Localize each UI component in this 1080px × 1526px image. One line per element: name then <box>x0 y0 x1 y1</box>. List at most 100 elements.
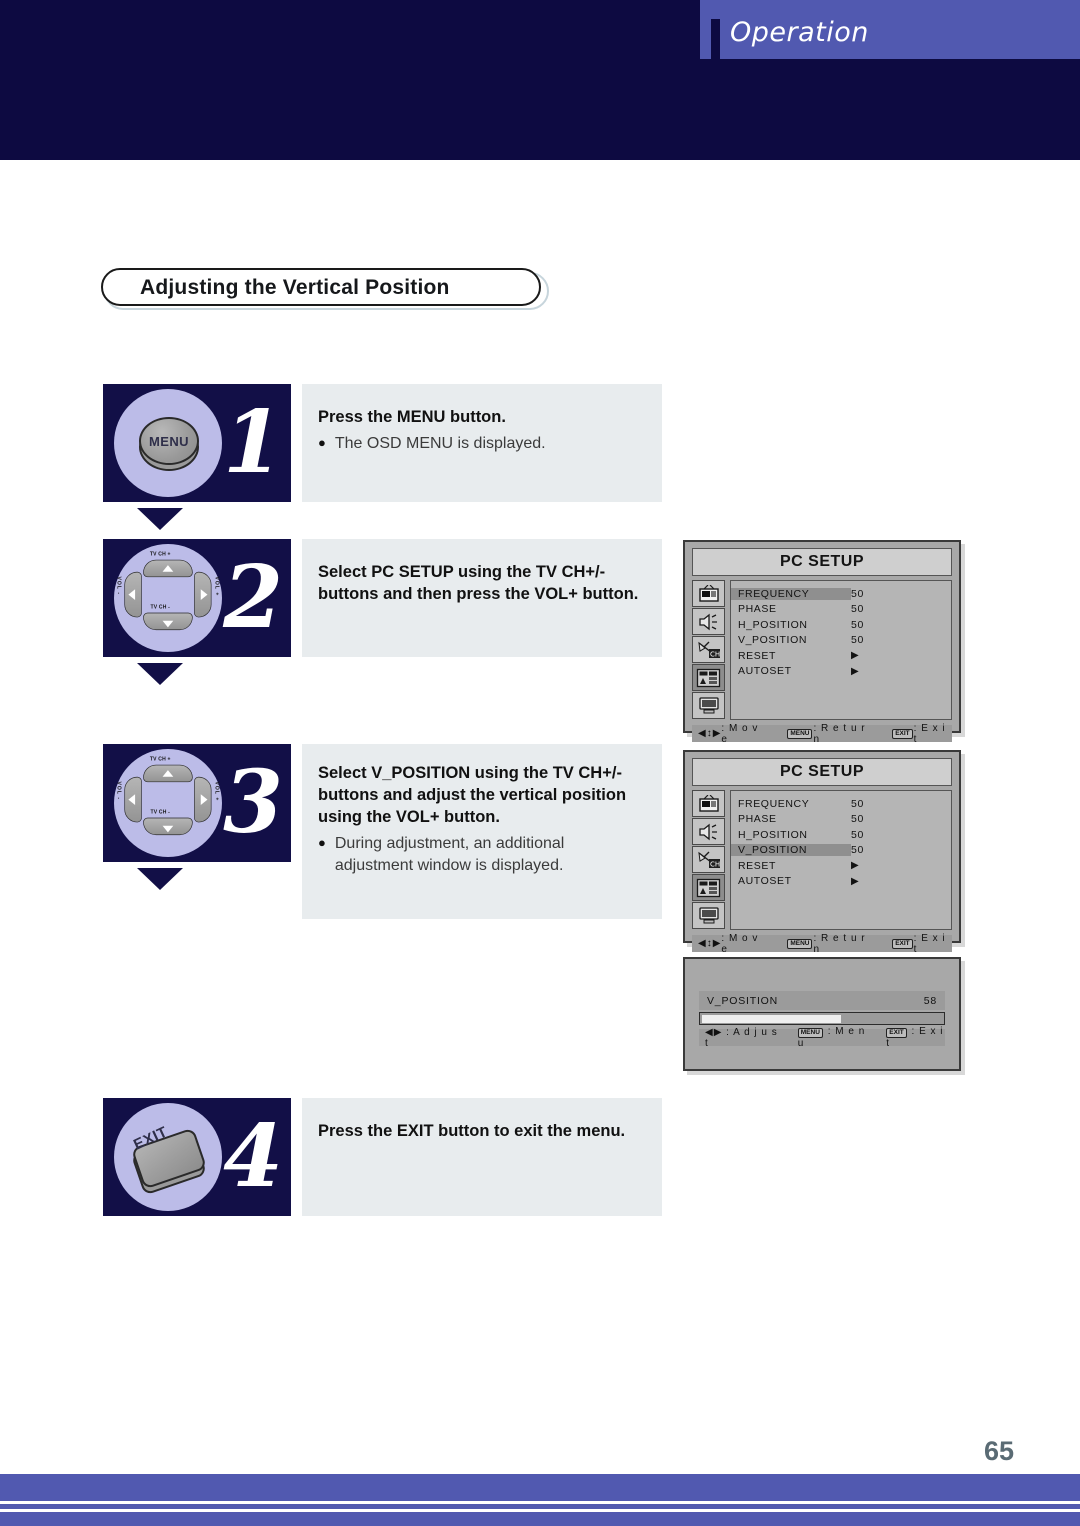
tv-icon[interactable] <box>692 790 725 817</box>
adjust-inner: V_POSITION 58 ◀▶ : A d j u s t MENU : M … <box>699 991 945 1049</box>
osd-return-label: : R e t u r n <box>813 932 866 955</box>
speaker-icon[interactable] <box>692 818 725 845</box>
step-1-text-box: Press the MENU button. ● The OSD MENU is… <box>302 384 662 502</box>
osd-row-autoset-1[interactable]: AUTOSET ▶ <box>731 664 951 680</box>
exit-hint: EXIT : E x i t <box>886 1026 945 1049</box>
osd-label: FREQUENCY <box>731 587 851 600</box>
osd-row-frequency-2[interactable]: FREQUENCY 50 <box>731 796 951 812</box>
osd-icon-column-2: CH <box>692 790 727 930</box>
osd-row-h-position-1[interactable]: H_POSITION 50 <box>731 617 951 633</box>
osd-label: H_POSITION <box>738 828 808 841</box>
channel-icon[interactable]: CH <box>692 846 725 873</box>
osd-exit-hint-2: EXIT : E x i t <box>892 933 952 955</box>
list-item: ● The OSD MENU is displayed. <box>318 433 642 455</box>
bullet-dot-icon: ● <box>318 435 326 451</box>
osd-value: 50 <box>851 603 864 616</box>
osd-label: PHASE <box>738 813 777 826</box>
osd-value: 50 <box>851 828 864 841</box>
osd-row-v-position-1[interactable]: V_POSITION 50 <box>731 633 951 649</box>
submenu-arrow-icon: ▶ <box>851 860 860 872</box>
osd-title-1: PC SETUP <box>692 548 952 576</box>
osd-value: 50 <box>851 844 864 857</box>
dpad-left-label: VOL - <box>116 781 123 801</box>
step-4-icon-box: EXIT 4 <box>103 1098 291 1216</box>
pc-icon[interactable] <box>692 692 725 719</box>
osd-label: PHASE <box>738 603 777 616</box>
osd-row-h-position-2[interactable]: H_POSITION 50 <box>731 827 951 843</box>
step-3-heading: Select V_POSITION using the TV CH+/- but… <box>318 764 627 827</box>
connector-arrow-2-icon <box>137 663 183 685</box>
osd-row-v-position-2[interactable]: V_POSITION 50 <box>731 843 951 859</box>
submenu-arrow-icon: ▶ <box>851 665 860 677</box>
setup-icon[interactable] <box>692 874 725 901</box>
dpad-down-label: TV CH - <box>150 808 171 815</box>
header-title: Operation <box>730 17 869 48</box>
osd-row-phase-2[interactable]: PHASE 50 <box>731 812 951 828</box>
adjust-footer: ◀▶ : A d j u s t MENU : M e n u EXIT : E… <box>699 1026 945 1049</box>
menu-hint: MENU : M e n u <box>797 1026 869 1049</box>
dpad-up-triangle-icon <box>162 770 174 777</box>
adjust-slider[interactable] <box>699 1012 945 1025</box>
menu-button-label: MENU <box>149 433 189 449</box>
step-1-number: 1 <box>223 392 283 493</box>
manual-page: Operation Adjusting the Vertical Positio… <box>0 0 1080 1526</box>
osd-icon-column-1: CH <box>692 580 727 720</box>
step-1-icon-box: MENU 1 <box>103 384 291 502</box>
step-2-text-box: Select PC SETUP using the TV CH+/- butto… <box>302 539 662 657</box>
adjust-row: V_POSITION 58 <box>699 991 945 1010</box>
osd-adjust-window: V_POSITION 58 ◀▶ : A d j u s t MENU : M … <box>683 957 961 1071</box>
dpad-left-triangle-icon <box>128 794 136 805</box>
osd-return-label: : R e t u r n <box>813 722 866 745</box>
tv-icon[interactable] <box>692 580 725 607</box>
connector-arrow-1-icon <box>137 508 183 530</box>
section-title-text: Adjusting the Vertical Position <box>140 276 450 299</box>
dpad-up-label: TV CH + <box>149 756 171 763</box>
step-1-bullets: ● The OSD MENU is displayed. <box>318 433 642 455</box>
osd-row-frequency-1[interactable]: FREQUENCY 50 <box>731 586 951 602</box>
osd-move-hint-2: ◀↕▶ : M o v e <box>698 933 767 955</box>
dpad-left-label: VOL - <box>116 576 123 596</box>
dpad-right-triangle-icon <box>200 589 208 600</box>
dpad-icon: TV CH + TV CH - VOL - VOL + <box>115 545 221 646</box>
osd-row-autoset-2[interactable]: AUTOSET ▶ <box>731 874 951 890</box>
svg-text:CH: CH <box>710 651 720 659</box>
osd-label: AUTOSET <box>738 875 792 888</box>
step-3-bullet-text: During adjustment, an additional adjustm… <box>334 835 565 875</box>
osd-value: 50 <box>851 634 864 647</box>
step-3-number: 3 <box>223 752 283 853</box>
osd-label: H_POSITION <box>738 618 808 631</box>
footer-bar-bottom <box>0 1512 1080 1526</box>
osd-label: RESET <box>738 649 777 662</box>
dpad-icon: TV CH + TV CH - VOL - VOL + <box>115 750 221 851</box>
exit-key-badge: EXIT <box>886 1027 907 1038</box>
submenu-arrow-icon: ▶ <box>851 650 860 662</box>
step-4-number: 4 <box>223 1106 283 1207</box>
step-3-bullets: ● During adjustment, an additional adjus… <box>318 833 642 877</box>
exit-key-badge: EXIT <box>892 938 913 949</box>
osd-exit-label: : E x i t <box>913 932 946 955</box>
osd-row-reset-1[interactable]: RESET ▶ <box>731 648 951 664</box>
step-2-icon-box: TV CH + TV CH - VOL - VOL + 2 <box>103 539 291 657</box>
osd-row-reset-2[interactable]: RESET ▶ <box>731 858 951 874</box>
footer-bar-top <box>0 1474 1080 1501</box>
step-4-heading: Press the EXIT button to exit the menu. <box>318 1122 626 1140</box>
svg-text:CH: CH <box>710 861 720 869</box>
osd-items-2: FREQUENCY 50 PHASE 50 H_POSITION 50 V_PO… <box>730 790 952 930</box>
exit-key-badge: EXIT <box>892 728 913 739</box>
speaker-icon[interactable] <box>692 608 725 635</box>
dpad-right-label: VOL + <box>214 576 221 597</box>
pc-icon[interactable] <box>692 902 725 929</box>
dpad-move-icon: ◀↕▶ <box>698 728 722 739</box>
dpad-move-icon: ◀↕▶ <box>698 938 722 949</box>
dpad-down-label: TV CH - <box>150 603 171 610</box>
osd-exit-hint-1: EXIT : E x i t <box>892 723 952 745</box>
left-right-arrows-icon: ◀▶ <box>705 1026 723 1038</box>
adjust-hint: ◀▶ : A d j u s t <box>705 1027 778 1049</box>
osd-value: 50 <box>851 587 864 600</box>
header-tick-mark <box>711 19 720 59</box>
adjust-value: 58 <box>923 994 937 1007</box>
section-title: Adjusting the Vertical Position <box>101 268 549 310</box>
channel-icon[interactable]: CH <box>692 636 725 663</box>
setup-icon[interactable] <box>692 664 725 691</box>
osd-row-phase-1[interactable]: PHASE 50 <box>731 602 951 618</box>
